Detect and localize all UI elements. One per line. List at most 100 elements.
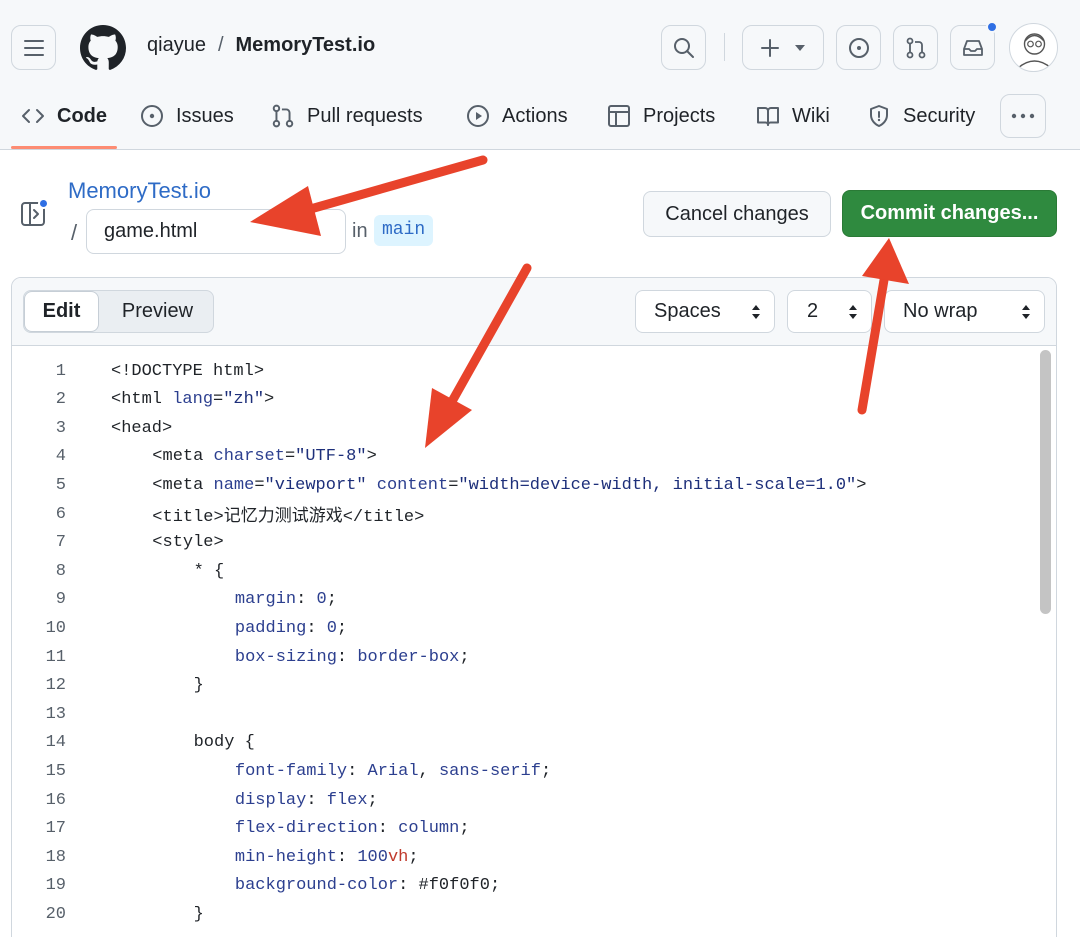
header-divider bbox=[724, 33, 725, 61]
code-line: 6 <title>记忆力测试游戏</title> bbox=[12, 500, 1036, 528]
tab-label: Pull requests bbox=[307, 104, 423, 127]
tab-security[interactable]: Security bbox=[867, 86, 975, 146]
code-line: 20} bbox=[12, 900, 1036, 928]
table-icon bbox=[608, 105, 630, 127]
line-number: 8 bbox=[55, 561, 66, 581]
line-text: display: flex; bbox=[235, 791, 378, 810]
file-repo-link[interactable]: MemoryTest.io bbox=[68, 178, 211, 204]
code-token: > bbox=[856, 475, 867, 495]
code-token: ; bbox=[459, 647, 470, 667]
code-token: min-height bbox=[234, 847, 337, 867]
edit-preview-toggle: Edit Preview bbox=[23, 290, 214, 333]
line-number: 9 bbox=[55, 590, 66, 610]
triangle-down-icon bbox=[795, 44, 805, 51]
code-line: 10 padding: 0; bbox=[12, 614, 1036, 642]
line-text: <style> bbox=[152, 533, 223, 552]
code-token: flex bbox=[326, 790, 368, 810]
code-token: <meta bbox=[152, 475, 214, 495]
tab-label: Security bbox=[903, 104, 976, 127]
code-content[interactable]: 1 <!DOCTYPE html> 2 <html lang="zh"> 3 <head>… bbox=[12, 346, 1036, 937]
code-token: sans-serif bbox=[438, 761, 541, 781]
issues-shortcut-button[interactable] bbox=[836, 25, 881, 70]
code-token: : bbox=[377, 819, 399, 839]
menu-button[interactable] bbox=[11, 25, 56, 70]
filename-input[interactable] bbox=[86, 209, 346, 254]
code-line: 5 <meta name="viewport" content="width=de… bbox=[12, 471, 1036, 499]
code-line: 11 box-sizing: border-box; bbox=[12, 643, 1036, 671]
wrap-mode-select[interactable]: No wrap bbox=[884, 290, 1045, 333]
github-logo-icon[interactable] bbox=[80, 25, 126, 71]
tab-actions[interactable]: Actions bbox=[466, 86, 568, 146]
code-icon bbox=[22, 109, 44, 123]
code-token: = bbox=[284, 447, 296, 467]
code-token: } bbox=[193, 676, 204, 696]
edit-tab[interactable]: Edit bbox=[24, 291, 99, 332]
code-token: border-box bbox=[357, 647, 460, 667]
tab-label: Issues bbox=[176, 104, 234, 127]
line-text: <meta charset="UTF-8"> bbox=[152, 447, 376, 466]
code-token: <head> bbox=[111, 418, 173, 438]
line-text: margin: 0; bbox=[235, 590, 337, 609]
indent-size-select[interactable]: 2 bbox=[787, 290, 872, 333]
cancel-changes-button[interactable]: Cancel changes bbox=[643, 191, 831, 237]
more-tabs-button[interactable] bbox=[1000, 94, 1046, 138]
pull-requests-shortcut-button[interactable] bbox=[893, 25, 938, 70]
code-token: = bbox=[213, 390, 224, 410]
line-text: } bbox=[194, 676, 204, 695]
code-token: : bbox=[398, 876, 419, 896]
tab-code[interactable]: Code bbox=[21, 86, 107, 146]
search-button[interactable] bbox=[661, 25, 706, 70]
code-token: } bbox=[193, 904, 204, 924]
code-line: 15 font-family: Arial, sans-serif; bbox=[12, 757, 1036, 785]
code-token: <html bbox=[111, 390, 173, 410]
code-token: : bbox=[347, 761, 368, 781]
issue-opened-icon bbox=[848, 37, 869, 58]
code-token: 0 bbox=[326, 618, 337, 638]
code-token: <title>记忆力测试游戏</title> bbox=[152, 508, 425, 527]
code-token: = bbox=[254, 475, 265, 495]
code-token: "viewport" bbox=[264, 475, 367, 495]
code-token: ; bbox=[459, 819, 470, 839]
branch-badge[interactable]: main bbox=[374, 215, 434, 246]
code-token: ; bbox=[367, 790, 378, 810]
unread-notification-dot bbox=[986, 21, 998, 33]
code-token: vh bbox=[387, 847, 409, 867]
line-number: 19 bbox=[45, 876, 66, 896]
line-text: * { bbox=[194, 562, 225, 581]
indent-mode-select[interactable]: Spaces bbox=[635, 290, 775, 333]
select-arrows-icon bbox=[849, 305, 857, 319]
line-text: background-color: #f0f0f0; bbox=[235, 876, 500, 895]
breadcrumb-separator: / bbox=[217, 34, 224, 56]
line-text: padding: 0; bbox=[235, 619, 347, 638]
code-line: 12} bbox=[12, 672, 1036, 700]
line-number: 3 bbox=[55, 418, 66, 438]
line-number: 13 bbox=[45, 704, 66, 724]
repo-link[interactable]: MemoryTest.io bbox=[236, 34, 376, 57]
code-token: #f0f0f0 bbox=[418, 876, 490, 896]
code-line: 19 background-color: #f0f0f0; bbox=[12, 872, 1036, 900]
code-line: 17 flex-direction: column; bbox=[12, 815, 1036, 843]
tab-wiki[interactable]: Wiki bbox=[756, 86, 830, 146]
code-token: Arial bbox=[367, 761, 419, 781]
indent-size-value: 2 bbox=[807, 300, 819, 322]
preview-tab[interactable]: Preview bbox=[101, 291, 214, 332]
owner-link[interactable]: qiayue bbox=[147, 34, 206, 57]
code-token: : bbox=[296, 590, 317, 610]
editor-scrollbar[interactable] bbox=[1040, 350, 1051, 614]
line-number: 14 bbox=[45, 733, 66, 753]
avatar[interactable] bbox=[1009, 23, 1058, 72]
tab-projects[interactable]: Projects bbox=[607, 86, 715, 146]
create-new-button[interactable] bbox=[742, 25, 824, 70]
line-number: 18 bbox=[45, 847, 66, 867]
commit-changes-button[interactable]: Commit changes... bbox=[842, 190, 1057, 237]
line-number: 11 bbox=[45, 647, 66, 667]
tab-issues[interactable]: Issues bbox=[140, 86, 234, 146]
line-number: 7 bbox=[55, 533, 66, 553]
code-line: 18 min-height: 100vh; bbox=[12, 843, 1036, 871]
code-line: 14 body { bbox=[12, 729, 1036, 757]
tab-pull-requests[interactable]: Pull requests bbox=[271, 86, 423, 146]
play-icon bbox=[467, 105, 489, 127]
code-line: 8 * { bbox=[12, 557, 1036, 585]
code-token: : bbox=[336, 647, 358, 667]
